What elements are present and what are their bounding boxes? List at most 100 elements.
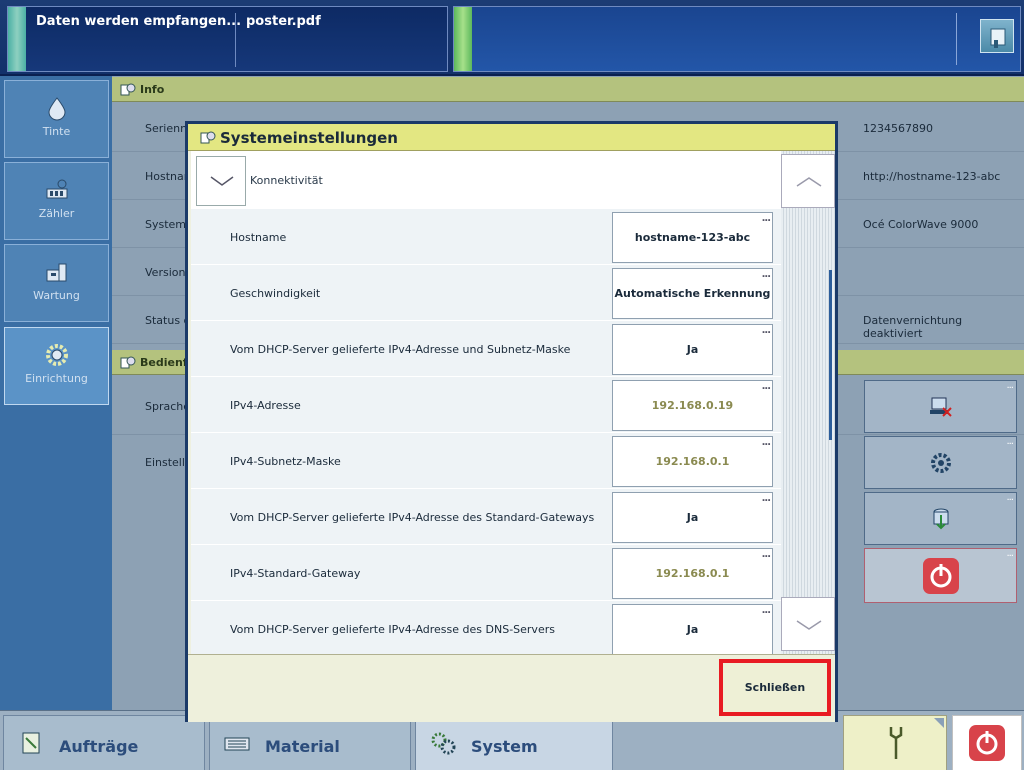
setting-value-button[interactable]: ... 192.168.0.1 — [612, 436, 773, 487]
setting-value-button[interactable]: ... Ja — [612, 492, 773, 543]
database-download-icon — [933, 508, 949, 530]
setting-value: 192.168.0.1 — [655, 455, 730, 468]
divider — [956, 13, 957, 65]
tab-system[interactable]: System — [415, 715, 613, 770]
setting-value: 192.168.0.19 — [651, 399, 734, 412]
more-indicator: ... — [761, 269, 771, 280]
setting-row-hostname: Hostname ... hostname-123-abc — [191, 208, 781, 264]
nav-item-label: Einrichtung — [25, 372, 88, 385]
section-settings-icon — [120, 83, 136, 96]
power-icon — [923, 558, 959, 594]
setting-row-dhcp-dns: Vom DHCP-Server gelieferte IPv4-Adresse … — [191, 600, 781, 654]
remote-disconnect-button[interactable]: ... — [864, 380, 1017, 433]
material-paper-icon — [224, 737, 250, 751]
setting-value: Ja — [686, 623, 699, 636]
more-indicator: ... — [761, 549, 771, 560]
section-header-info: Info — [112, 77, 1024, 102]
collapse-group-button[interactable] — [196, 156, 246, 206]
setting-value: hostname-123-abc — [634, 231, 751, 244]
setting-label: Hostname — [230, 231, 287, 244]
left-navigation: Tinte Zähler Wartung Einrichtung — [0, 76, 112, 710]
info-label: System — [145, 218, 187, 231]
settings-list[interactable]: Konnektivität Hostname ... hostname-123-a… — [191, 151, 781, 654]
setting-label: Vom DHCP-Server gelieferte IPv4-Adresse … — [230, 511, 595, 524]
scroll-thumb[interactable] — [829, 270, 832, 440]
scroll-up-button[interactable] — [781, 154, 835, 208]
settings-gear-icon — [45, 344, 68, 366]
printer-view-button[interactable] — [980, 19, 1014, 53]
printer-icon — [990, 28, 1006, 48]
printer-status-stripe — [454, 7, 472, 71]
setting-value-button[interactable]: ... Ja — [612, 604, 773, 654]
info-label: Status d — [145, 314, 191, 327]
info-value: Datenvernichtung deaktiviert — [863, 314, 963, 340]
setting-row-ipv4-gateway: IPv4-Standard-Gateway ... 192.168.0.1 — [191, 544, 781, 600]
info-value: 1234567890 — [863, 122, 933, 135]
group-header-connectivity: Konnektivität — [191, 151, 781, 208]
top-status-bar: Daten werden empfangen... poster.pdf — [0, 0, 1024, 76]
setting-value-button[interactable]: ... hostname-123-abc — [612, 212, 773, 263]
job-status-text: Daten werden empfangen... — [36, 14, 242, 29]
printer-status-panel[interactable] — [453, 6, 1021, 72]
scroll-down-button[interactable] — [781, 597, 835, 651]
counter-icon — [46, 179, 67, 199]
setting-row-ipv4-address: IPv4-Adresse ... 192.168.0.19 — [191, 376, 781, 432]
nav-item-einrichtung[interactable]: Einrichtung — [4, 327, 109, 405]
nav-item-zaehler[interactable]: Zähler — [4, 162, 109, 240]
setting-label: IPv4-Adresse — [230, 399, 301, 412]
close-button[interactable]: Schließen — [719, 659, 831, 716]
setting-row-speed: Geschwindigkeit ... Automatische Erkennun… — [191, 264, 781, 320]
nav-item-tinte[interactable]: Tinte — [4, 80, 109, 158]
computer-remove-icon — [930, 397, 952, 417]
setting-value-button[interactable]: ... 192.168.0.19 — [612, 380, 773, 431]
power-button[interactable] — [952, 715, 1022, 770]
setting-label: Vom DHCP-Server gelieferte IPv4-Adresse … — [230, 343, 571, 356]
tab-label: System — [471, 737, 538, 756]
more-indicator: ... — [761, 493, 771, 504]
more-indicator: ... — [1006, 492, 1013, 503]
more-indicator: ... — [1006, 436, 1013, 447]
list-scrollbar[interactable] — [781, 151, 835, 654]
power-icon — [969, 725, 1005, 761]
setting-row-dhcp-ipv4: Vom DHCP-Server gelieferte IPv4-Adresse … — [191, 320, 781, 376]
tab-auftraege[interactable]: Aufträge — [3, 715, 205, 770]
more-indicator: ... — [1006, 380, 1013, 391]
nav-item-wartung[interactable]: Wartung — [4, 244, 109, 322]
configuration-button[interactable]: ... — [864, 436, 1017, 489]
setting-label: Vom DHCP-Server gelieferte IPv4-Adresse … — [230, 623, 555, 636]
wrench-icon — [889, 727, 903, 759]
gear-icon — [931, 453, 951, 473]
system-gears-icon — [431, 732, 456, 755]
operator-label: Sprache — [145, 400, 191, 413]
dialog-footer: Schließen — [188, 654, 835, 722]
setting-value-button[interactable]: ... 192.168.0.1 — [612, 548, 773, 599]
setting-value: 192.168.0.1 — [655, 567, 730, 580]
backup-button[interactable]: ... — [864, 492, 1017, 545]
section-title: Info — [140, 83, 165, 96]
nav-item-label: Tinte — [42, 125, 71, 138]
divider — [235, 13, 236, 67]
close-button-label: Schließen — [744, 681, 806, 694]
section-settings-icon — [200, 131, 216, 144]
dialog-title: Systemeinstellungen — [220, 129, 398, 147]
tab-label: Aufträge — [59, 737, 139, 756]
setting-value-button[interactable]: ... Ja — [612, 324, 773, 375]
setting-label: Geschwindigkeit — [230, 287, 321, 300]
shutdown-system-button[interactable]: ... — [864, 548, 1017, 603]
jobs-document-icon — [22, 732, 40, 754]
group-label: Konnektivität — [250, 174, 323, 187]
service-tools-button[interactable] — [843, 715, 947, 770]
more-indicator: ... — [761, 605, 771, 616]
status-indicator-stripe — [8, 7, 26, 71]
setting-value: Automatische Erkennung — [614, 287, 771, 300]
info-value: Océ ColorWave 9000 — [863, 218, 979, 231]
nav-item-label: Zähler — [38, 207, 75, 220]
job-status-panel[interactable]: Daten werden empfangen... poster.pdf — [7, 6, 448, 72]
setting-value-button[interactable]: ... Automatische Erkennung — [612, 268, 773, 319]
tab-material[interactable]: Material — [209, 715, 411, 770]
chevron-up-icon — [796, 177, 822, 187]
more-indicator: ... — [1006, 548, 1013, 559]
more-indicator: ... — [761, 213, 771, 224]
info-value: http://hostname-123-abc — [863, 170, 1001, 183]
corner-indicator-icon — [934, 718, 944, 728]
